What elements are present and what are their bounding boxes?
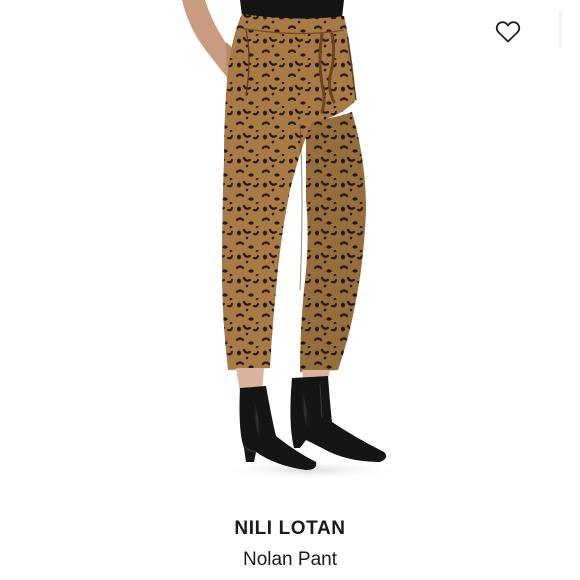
carousel-edge-indicator: [559, 12, 562, 48]
heart-outline-icon: [495, 21, 521, 43]
wishlist-button[interactable]: [490, 14, 526, 50]
product-brand[interactable]: NILI LOTAN: [0, 518, 580, 540]
product-name[interactable]: Nolan Pant: [0, 549, 580, 571]
product-card[interactable]: NILI LOTAN Nolan Pant: [0, 0, 580, 580]
product-image[interactable]: [0, 0, 580, 500]
